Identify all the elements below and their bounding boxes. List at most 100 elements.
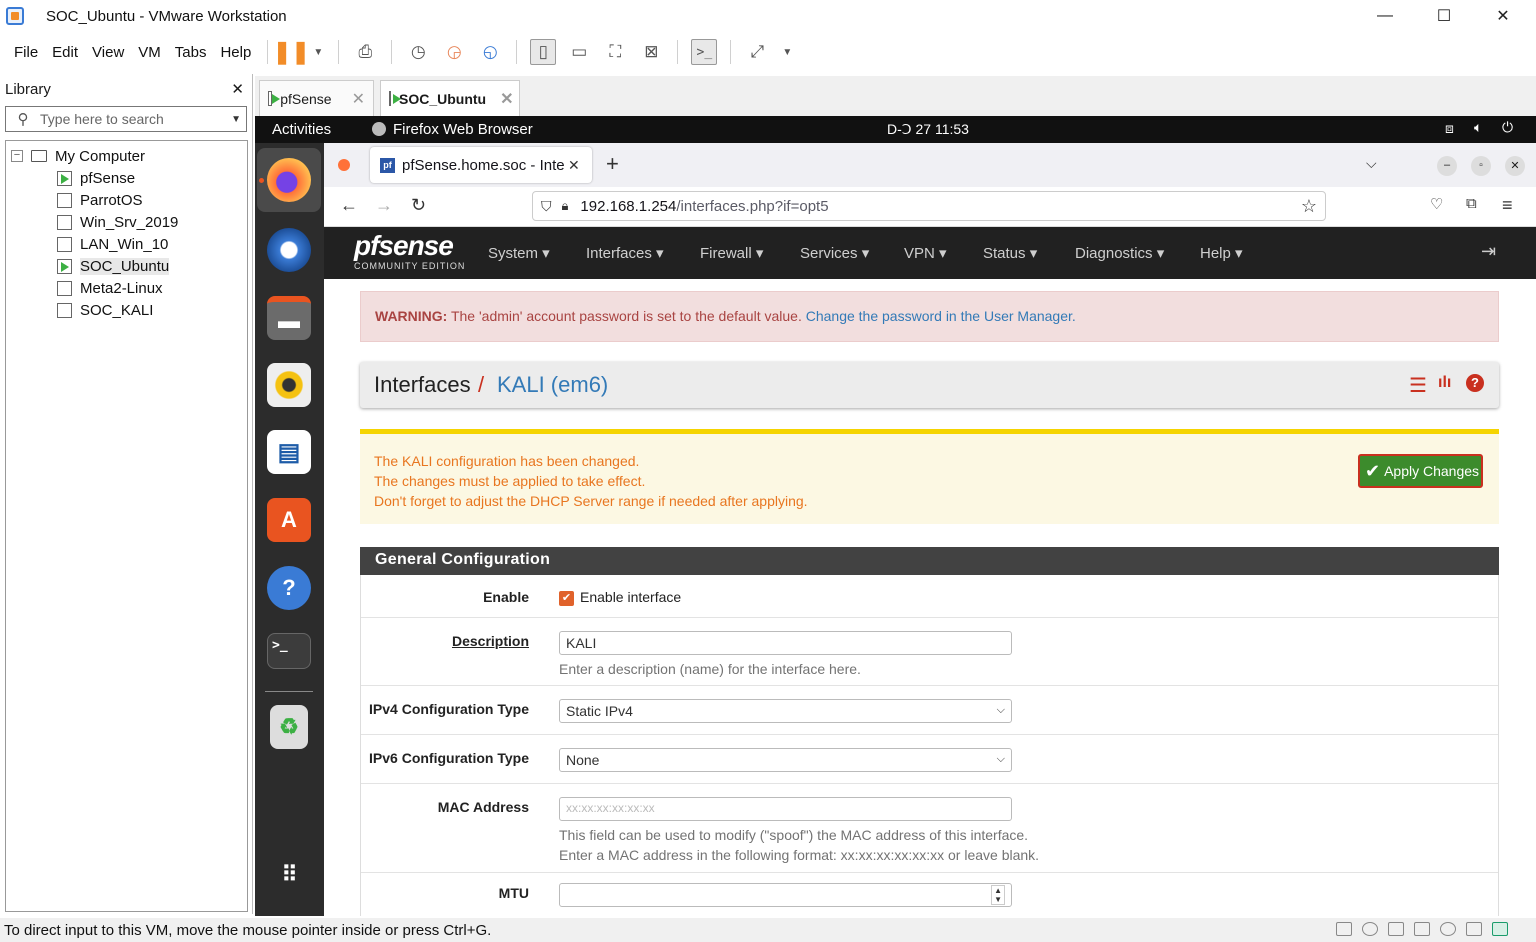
close-icon[interactable]: ✕ bbox=[231, 80, 244, 98]
hamburger-menu-icon[interactable]: ≡ bbox=[1502, 195, 1513, 216]
chart-icon[interactable]: ılı bbox=[1438, 374, 1451, 392]
chevron-down-icon[interactable]: ▼ bbox=[780, 39, 794, 65]
description-input[interactable]: KALI bbox=[559, 631, 1012, 655]
ipv4-type-select[interactable]: Static IPv4 ⌵ bbox=[559, 699, 1012, 723]
extensions-icon[interactable]: ⧉ bbox=[1466, 195, 1477, 212]
firefox-dock-icon[interactable] bbox=[267, 158, 311, 202]
pocket-icon[interactable]: ♡ bbox=[1430, 195, 1443, 213]
sliders-icon[interactable]: ☰ bbox=[1409, 373, 1427, 398]
pause-icon[interactable]: ❚❚ bbox=[273, 39, 310, 65]
menu-edit[interactable]: Edit bbox=[52, 44, 78, 61]
url-bar[interactable]: ⛉ 🔒︎ 192.168.1.254 /interfaces.php?if=op… bbox=[532, 191, 1326, 221]
show-apps-icon[interactable]: ⠿ bbox=[269, 853, 309, 897]
close-tab-icon[interactable]: ✕ bbox=[352, 89, 365, 109]
browser-tab-pfsense[interactable]: pf pfSense.home.soc - Interf ✕ bbox=[370, 147, 592, 183]
nav-vpn[interactable]: VPN ▾ bbox=[904, 244, 947, 262]
menu-vm[interactable]: VM bbox=[138, 44, 161, 61]
close-button[interactable]: ✕ bbox=[1505, 156, 1525, 176]
network-adapter-icon[interactable] bbox=[1388, 922, 1404, 936]
lock-icon[interactable]: 🔒︎ bbox=[562, 198, 569, 214]
power-icon[interactable]: ⏻ bbox=[1502, 119, 1513, 136]
volume-icon[interactable]: 🔈︎ bbox=[1474, 119, 1482, 136]
send-ctrl-alt-del-icon[interactable]: ⎙ bbox=[352, 39, 378, 65]
cd-dvd-icon[interactable] bbox=[1362, 922, 1378, 936]
nav-system[interactable]: System ▾ bbox=[488, 244, 550, 262]
terminal-dock-icon[interactable]: >_ bbox=[267, 633, 311, 669]
tree-node-vm[interactable]: Win_Srv_2019 bbox=[6, 211, 247, 233]
tree-node-vm[interactable]: SOC_KALI bbox=[6, 299, 247, 321]
pfsense-logo[interactable]: pfsense COMMUNITY EDITION bbox=[354, 231, 465, 272]
new-tab-button[interactable]: + bbox=[606, 151, 619, 177]
close-tab-icon[interactable]: ✕ bbox=[500, 89, 513, 109]
network-icon[interactable]: ⧈ bbox=[1445, 120, 1454, 137]
thumbnail-bar-icon[interactable]: ▭ bbox=[566, 39, 592, 65]
rhythmbox-dock-icon[interactable] bbox=[267, 363, 311, 407]
apply-changes-button[interactable]: ✔ Apply Changes bbox=[1358, 454, 1483, 488]
list-tabs-icon[interactable]: ⌵ bbox=[1366, 155, 1377, 172]
maximize-button[interactable]: ☐ bbox=[1421, 0, 1467, 32]
vm-tab-pfsense[interactable]: pfSense ✕ bbox=[259, 80, 374, 116]
enable-checkbox[interactable]: ✔ bbox=[559, 591, 574, 606]
minimize-button[interactable]: — bbox=[1362, 0, 1408, 32]
writer-dock-icon[interactable]: ▤ bbox=[267, 430, 311, 474]
tree-node-vm[interactable]: SOC_Ubuntu bbox=[6, 255, 247, 277]
printer-icon[interactable] bbox=[1466, 922, 1482, 936]
nav-help[interactable]: Help ▾ bbox=[1200, 244, 1243, 262]
app-center-dock-icon[interactable]: A bbox=[267, 498, 311, 542]
snapshot-icon[interactable]: ◷ bbox=[405, 39, 431, 65]
enable-checkbox-label[interactable]: Enable interface bbox=[580, 589, 681, 605]
unity-icon[interactable]: ⊠ bbox=[638, 39, 664, 65]
usb-icon[interactable] bbox=[1414, 922, 1430, 936]
files-dock-icon[interactable]: ▬ bbox=[267, 296, 311, 340]
thunderbird-dock-icon[interactable] bbox=[267, 228, 311, 272]
chevron-down-icon[interactable]: ▼ bbox=[311, 39, 325, 65]
active-app-name[interactable]: Firefox Web Browser bbox=[393, 121, 533, 138]
show-library-icon[interactable]: ▯ bbox=[530, 39, 557, 65]
hard-disk-icon[interactable] bbox=[1336, 922, 1352, 936]
spinner-icon[interactable]: ▲ ▼ bbox=[991, 885, 1005, 905]
tree-node-vm[interactable]: Meta2-Linux bbox=[6, 277, 247, 299]
chevron-down-icon[interactable]: ▼ bbox=[231, 114, 241, 125]
maximize-button[interactable]: ▫ bbox=[1471, 156, 1491, 176]
minimize-button[interactable]: – bbox=[1437, 156, 1457, 176]
activities-button[interactable]: Activities bbox=[272, 121, 331, 138]
help-icon[interactable]: ? bbox=[1466, 374, 1484, 392]
help-dock-icon[interactable]: ? bbox=[267, 566, 311, 610]
menu-view[interactable]: View bbox=[92, 44, 124, 61]
full-screen-icon[interactable]: ⛶ bbox=[602, 39, 628, 65]
nav-services[interactable]: Services ▾ bbox=[800, 244, 869, 262]
forward-icon[interactable]: → bbox=[375, 195, 393, 216]
tree-node-vm[interactable]: pfSense bbox=[6, 167, 247, 189]
revert-snapshot-icon[interactable]: ◶ bbox=[441, 39, 467, 65]
mtu-input[interactable]: ▲ ▼ bbox=[559, 883, 1012, 907]
nav-diagnostics[interactable]: Diagnostics ▾ bbox=[1075, 244, 1164, 262]
breadcrumb-current[interactable]: KALI (em6) bbox=[497, 372, 608, 398]
nav-firewall[interactable]: Firewall ▾ bbox=[700, 244, 763, 262]
nav-status[interactable]: Status ▾ bbox=[983, 244, 1037, 262]
vm-tab-soc-ubuntu[interactable]: SOC_Ubuntu ✕ bbox=[380, 80, 520, 116]
bookmark-star-icon[interactable]: ☆ bbox=[1301, 196, 1317, 217]
stretch-guest-icon[interactable]: ⤢ bbox=[744, 39, 770, 65]
shield-icon[interactable]: ⛉ bbox=[541, 198, 552, 215]
trash-dock-icon[interactable]: ♻ bbox=[270, 705, 308, 749]
menu-tabs[interactable]: Tabs bbox=[175, 44, 207, 61]
console-view-icon[interactable]: >_ bbox=[691, 39, 718, 65]
tree-node-my-computer[interactable]: − My Computer bbox=[6, 145, 247, 167]
nav-interfaces[interactable]: Interfaces ▾ bbox=[586, 244, 664, 262]
mac-address-input[interactable]: xx:xx:xx:xx:xx:xx bbox=[559, 797, 1012, 821]
collapse-icon[interactable]: − bbox=[11, 150, 23, 162]
firefox-view-icon[interactable] bbox=[338, 159, 350, 171]
tree-node-vm[interactable]: ParrotOS bbox=[6, 189, 247, 211]
close-button[interactable]: ✕ bbox=[1480, 0, 1526, 32]
ipv6-type-select[interactable]: None ⌵ bbox=[559, 748, 1012, 772]
close-tab-icon[interactable]: ✕ bbox=[568, 157, 580, 174]
message-log-icon[interactable] bbox=[1492, 922, 1508, 936]
tree-node-vm[interactable]: LAN_Win_10 bbox=[6, 233, 247, 255]
menu-help[interactable]: Help bbox=[220, 44, 251, 61]
snapshot-manager-icon[interactable]: ◵ bbox=[477, 39, 503, 65]
sound-icon[interactable] bbox=[1440, 922, 1456, 936]
back-icon[interactable]: ← bbox=[340, 195, 358, 216]
logout-icon[interactable]: ⇥ bbox=[1481, 241, 1496, 262]
library-search-field[interactable]: ⚲ Type here to search ▼ bbox=[5, 106, 247, 132]
reload-icon[interactable]: ↻ bbox=[411, 195, 426, 216]
